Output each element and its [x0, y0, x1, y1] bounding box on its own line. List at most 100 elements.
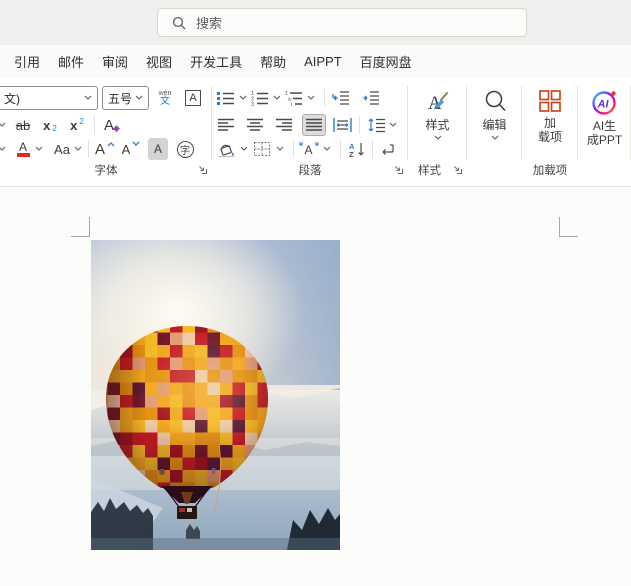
rope-flag-blue [212, 468, 216, 471]
chevron-down-icon [491, 135, 498, 140]
change-case-button[interactable]: Aa [52, 138, 72, 160]
decrease-indent-icon [332, 91, 349, 105]
font-group: 文) 五号 wén 文 A ab x 2 x 2 A ◆ A Aa A A A … [0, 78, 212, 186]
magnifier-icon [485, 90, 506, 112]
multilevel-list-button[interactable]: 1ai [284, 87, 304, 109]
ribbon: 文) 五号 wén 文 A ab x 2 x 2 A ◆ A Aa A A A … [0, 78, 631, 187]
chevron-down-icon[interactable] [240, 146, 248, 152]
caret-up-icon [107, 142, 115, 147]
caret-down-icon [132, 141, 140, 146]
show-hide-marks-button[interactable] [379, 138, 399, 160]
distribute-text-icon [332, 118, 352, 132]
chevron-down-icon[interactable] [74, 146, 82, 152]
ribbon-tab-row: 引用 邮件 审阅 视图 开发工具 帮助 AIPPT 百度网盘 [0, 45, 631, 78]
svg-text:AI: AI [597, 99, 610, 111]
tab-review[interactable]: 审阅 [102, 52, 128, 71]
basket-red-patch [179, 508, 185, 512]
highlight-dropdown-partial[interactable] [0, 138, 7, 160]
search-box[interactable]: 搜索 [157, 8, 527, 37]
font-color-button[interactable]: A [13, 138, 33, 160]
multilevel-list-icon: 1ai [285, 91, 302, 106]
superscript-button[interactable]: x2 [67, 114, 87, 136]
shading-button[interactable] [216, 138, 236, 160]
chevron-down-icon [135, 95, 143, 100]
strikethrough-button[interactable]: ab [13, 114, 33, 136]
svg-text:Z: Z [349, 150, 354, 158]
chevron-down-icon[interactable] [35, 146, 43, 152]
font-group-label: 字体 [94, 165, 118, 177]
chevron-down-icon[interactable] [307, 95, 315, 101]
margin-crop-mark-right [559, 217, 578, 237]
svg-text:3: 3 [251, 102, 254, 106]
chevron-down-icon[interactable] [276, 146, 284, 152]
bottom-haze [91, 538, 340, 550]
decrease-indent-button[interactable] [331, 87, 351, 109]
align-left-button[interactable] [216, 114, 236, 136]
font-name-combobox[interactable]: 文) [0, 86, 98, 110]
increase-indent-button[interactable] [361, 87, 381, 109]
align-center-button[interactable] [245, 114, 265, 136]
chevron-down-icon [0, 146, 6, 151]
character-border-button[interactable]: A [183, 87, 203, 109]
paragraph-group: 123 1ai A A Z 段落 [212, 78, 408, 186]
balloon-photo[interactable] [91, 240, 340, 550]
chevron-down-icon [434, 135, 441, 140]
numbered-list-button[interactable]: 123 [250, 87, 270, 109]
justify-button[interactable] [302, 114, 326, 136]
sort-button[interactable]: A Z [346, 138, 366, 160]
justify-icon [305, 118, 322, 131]
tab-baidu-netdisk[interactable]: 百度网盘 [360, 52, 412, 71]
editing-group: 编辑 [467, 78, 522, 186]
character-shading-button[interactable]: A [148, 138, 169, 160]
margin-crop-mark-left [71, 217, 90, 237]
font-dialog-launcher-icon[interactable] [197, 164, 208, 175]
bullet-list-button[interactable] [216, 87, 236, 109]
text-effects-button[interactable]: A ◆ [102, 114, 122, 136]
line-spacing-button[interactable] [367, 114, 387, 136]
enclose-characters-button[interactable]: 字 [175, 138, 195, 160]
chevron-down-icon[interactable] [389, 122, 397, 128]
font-size-combobox[interactable]: 五号 [102, 86, 149, 110]
grow-font-button[interactable]: A [95, 138, 115, 160]
asian-layout-button[interactable]: A [299, 138, 319, 160]
tab-references[interactable]: 引用 [14, 52, 40, 71]
align-left-icon [217, 118, 234, 131]
ai-logo-icon: AI [592, 91, 616, 115]
borders-button[interactable] [252, 138, 272, 160]
tab-developer[interactable]: 开发工具 [190, 52, 242, 71]
svg-text:i: i [291, 102, 292, 106]
underline-dropdown-partial[interactable] [0, 114, 7, 136]
balloon-logo-dot [158, 468, 166, 476]
word-window: 搜索 引用 邮件 审阅 视图 开发工具 帮助 AIPPT 百度网盘 文) 五号 [0, 0, 631, 586]
paragraph-group-label: 段落 [298, 165, 322, 177]
paragraph-dialog-launcher-icon[interactable] [393, 164, 404, 175]
bullet-list-icon [217, 92, 234, 105]
subscript-button[interactable]: x2 [40, 114, 60, 136]
align-right-button[interactable] [274, 114, 294, 136]
shrink-font-button[interactable]: A [121, 138, 141, 160]
tab-help[interactable]: 帮助 [260, 52, 286, 71]
tab-view[interactable]: 视图 [146, 52, 172, 71]
chevron-down-icon [84, 95, 92, 100]
styles-group: A 样式 样式 [408, 78, 467, 186]
styles-icon: A [428, 92, 448, 114]
borders-grid-icon [254, 142, 270, 156]
align-right-icon [275, 118, 292, 131]
chevron-down-icon[interactable] [273, 95, 281, 101]
effects-diamond-icon: ◆ [113, 122, 120, 133]
asian-layout-icon: A [299, 142, 319, 157]
distribute-text-button[interactable] [332, 114, 352, 136]
sort-az-icon: A Z [349, 142, 364, 158]
editing-button[interactable]: 编辑 [467, 78, 522, 186]
styles-dialog-launcher-icon[interactable] [452, 164, 463, 175]
ai-generate-ppt-button[interactable]: AI AI生 成PPT [578, 78, 631, 186]
chevron-down-icon[interactable] [239, 95, 247, 101]
phonetic-guide-button[interactable]: wén 文 [155, 87, 175, 109]
tab-aippt[interactable]: AIPPT [304, 54, 342, 69]
document-canvas[interactable] [0, 188, 631, 586]
chevron-down-icon[interactable] [323, 146, 331, 152]
chevron-down-icon [0, 122, 6, 127]
tab-mailings[interactable]: 邮件 [58, 52, 84, 71]
addins-group: 加载项 加载项 [522, 78, 578, 186]
paragraph-marks-icon [382, 144, 394, 156]
